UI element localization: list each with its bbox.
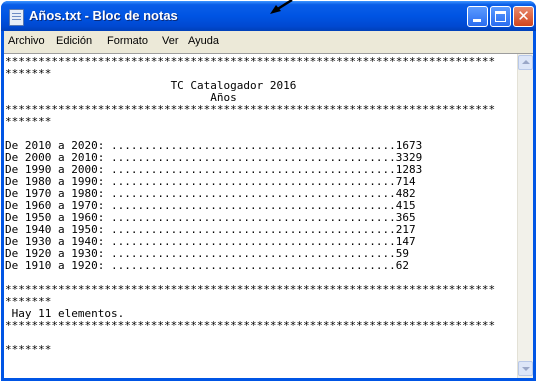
text-line: ****************************************… <box>5 56 496 68</box>
document-text[interactable]: ****************************************… <box>5 56 515 356</box>
text-line: ******* <box>5 343 52 356</box>
menu-ayuda[interactable]: Ayuda <box>188 35 219 47</box>
close-button[interactable]: ✕ <box>513 6 534 27</box>
scroll-up-button[interactable] <box>518 55 533 70</box>
minimize-icon <box>473 19 481 22</box>
close-icon: ✕ <box>517 7 530 25</box>
minimize-button[interactable] <box>467 6 488 27</box>
notepad-icon[interactable] <box>9 9 24 26</box>
menu-bar: Archivo Edición Formato Ver Ayuda <box>4 31 533 51</box>
menu-edicion[interactable]: Edición <box>56 35 92 47</box>
text-line: De 1910 a 1920: ........................… <box>5 259 409 272</box>
text-line: ****************************************… <box>5 283 496 296</box>
window-title: Años.txt - Bloc de notas <box>29 8 178 23</box>
menu-formato[interactable]: Formato <box>107 35 148 47</box>
chevron-up-icon <box>522 60 530 64</box>
chevron-down-icon <box>522 367 530 371</box>
text-editor[interactable]: ****************************************… <box>4 53 533 378</box>
vertical-scrollbar[interactable] <box>517 54 533 378</box>
notepad-window: Años.txt - Bloc de notas ✕ Archivo Edici… <box>1 1 536 381</box>
text-line: ****************************************… <box>5 103 496 116</box>
window-body: Archivo Edición Formato Ver Ayuda ******… <box>4 31 533 378</box>
maximize-icon <box>495 11 506 22</box>
menu-ver[interactable]: Ver <box>162 35 179 47</box>
menu-archivo[interactable]: Archivo <box>8 35 45 47</box>
text-line: ****************************************… <box>5 319 496 332</box>
text-line: ******* <box>5 115 52 128</box>
title-bar[interactable]: Años.txt - Bloc de notas ✕ <box>1 1 536 31</box>
maximize-button[interactable] <box>490 6 511 27</box>
scroll-down-button[interactable] <box>518 361 533 376</box>
